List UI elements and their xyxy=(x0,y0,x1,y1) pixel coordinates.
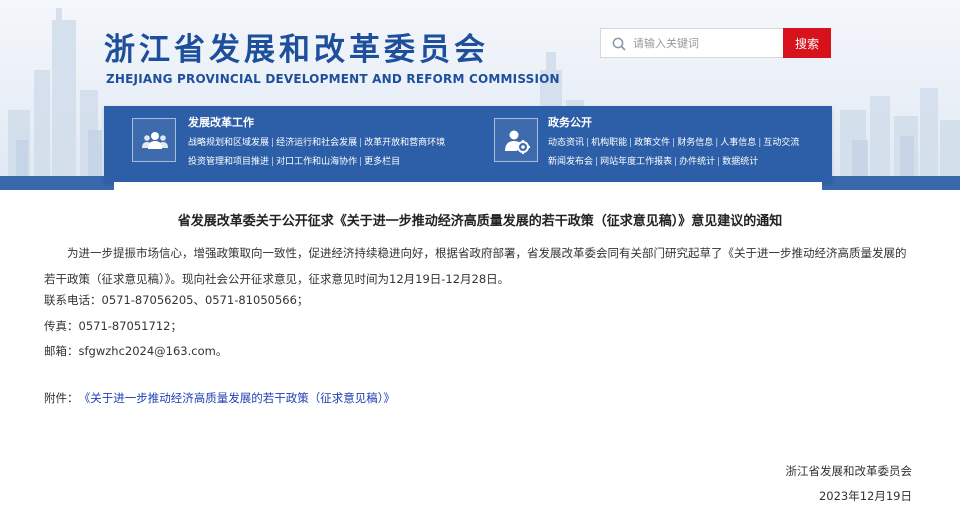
search-button[interactable]: 搜索 xyxy=(783,28,831,58)
people-group-icon xyxy=(142,132,168,149)
article-paragraph-text: 为进一步提振市场信心，增强政策取向一致性，促进经济持续稳进向好，根据省政府部署，… xyxy=(44,246,907,286)
nav-group-development: 发展改革工作 战略规划和区域发展 | 经济运行和社会发展 | 改革开放和营商环境 投资管… xyxy=(104,106,474,182)
nav-link-reform[interactable]: 改革开放和营商环境 xyxy=(364,138,445,148)
search-icon xyxy=(612,37,626,51)
nav-link-economy[interactable]: 经济运行和社会发展 xyxy=(276,138,357,148)
site-header: 浙江省发展和改革委员会 ZHEJIANG PROVINCIAL DEVELOPM… xyxy=(0,0,960,190)
org-name-cn[interactable]: 浙江省发展和改革委员会 xyxy=(104,24,489,69)
attachment-row: 附件： 《关于进一步推动经济高质量发展的若干政策（征求意见稿）》 xyxy=(44,390,395,406)
nav-link-press-conference[interactable]: 新闻发布会 xyxy=(548,157,593,167)
nav-links-development: 战略规划和区域发展 | 经济运行和社会发展 | 改革开放和营商环境 投资管理和项目推进 |… xyxy=(188,138,446,167)
nav-link-functions[interactable]: 机构职能 xyxy=(591,138,627,148)
search-input[interactable] xyxy=(633,29,783,57)
nav-link-policy-docs[interactable]: 政策文件 xyxy=(634,138,670,148)
contact-email: 邮箱：sfgwzhc2024@163.com。 xyxy=(44,344,228,358)
nav-panel: 发展改革工作 战略规划和区域发展 | 经济运行和社会发展 | 改革开放和营商环境 投资管… xyxy=(104,106,832,182)
nav-link-case-stats[interactable]: 办件统计 xyxy=(679,157,715,167)
article-title: 省发展改革委关于公开征求《关于进一步推动经济高质量发展的若干政策（征求意见稿）》… xyxy=(177,214,783,229)
attachment-label: 附件： xyxy=(44,391,79,405)
signature-date: 2023年12月19日 xyxy=(818,489,912,503)
nav-title-government-affairs[interactable]: 政务公开 xyxy=(548,114,592,130)
nav-link-data-stats[interactable]: 数据统计 xyxy=(722,157,758,167)
content-top-edge xyxy=(114,182,822,190)
article-paragraph: 为进一步提振市场信心，增强政策取向一致性，促进经济持续稳进向好，根据省政府部署，… xyxy=(44,240,916,292)
nav-group-government-affairs: 政务公开 动态资讯 | 机构职能 | 政策文件 | 财务信息 | 人事信息 | 互动交流 新闻发布会… xyxy=(494,106,832,182)
contact-phone: 联系电话：0571-87056205、0571-81050566； xyxy=(44,293,309,307)
nav-links-government-affairs: 动态资讯 | 机构职能 | 政策文件 | 财务信息 | 人事信息 | 互动交流 新闻发布会 | 网站年度… xyxy=(548,138,800,167)
attachment-link[interactable]: 《关于进一步推动经济高质量发展的若干政策（征求意见稿）》 xyxy=(85,391,396,405)
nav-link-cooperation[interactable]: 对口工作和山海协作 xyxy=(276,157,357,167)
nav-link-investment[interactable]: 投资管理和项目推进 xyxy=(188,157,269,167)
search-box: 搜索 xyxy=(600,28,831,58)
user-settings-icon xyxy=(505,130,530,154)
nav-icon-box[interactable] xyxy=(132,118,176,162)
nav-link-news[interactable]: 动态资讯 xyxy=(548,138,584,148)
signature-org: 浙江省发展和改革委员会 xyxy=(785,464,913,478)
nav-link-personnel[interactable]: 人事信息 xyxy=(720,138,756,148)
org-name-en: ZHEJIANG PROVINCIAL DEVELOPMENT AND REFO… xyxy=(106,72,560,86)
nav-link-more[interactable]: 更多栏目 xyxy=(364,157,400,167)
nav-title-development[interactable]: 发展改革工作 xyxy=(188,114,254,130)
nav-link-strategy[interactable]: 战略规划和区域发展 xyxy=(188,138,269,148)
nav-link-interaction[interactable]: 互动交流 xyxy=(763,138,799,148)
nav-link-finance[interactable]: 财务信息 xyxy=(677,138,713,148)
contact-fax: 传真：0571-87051712； xyxy=(44,319,182,333)
nav-icon-box[interactable] xyxy=(494,118,538,162)
nav-link-annual-report[interactable]: 网站年度工作报表 xyxy=(600,157,672,167)
